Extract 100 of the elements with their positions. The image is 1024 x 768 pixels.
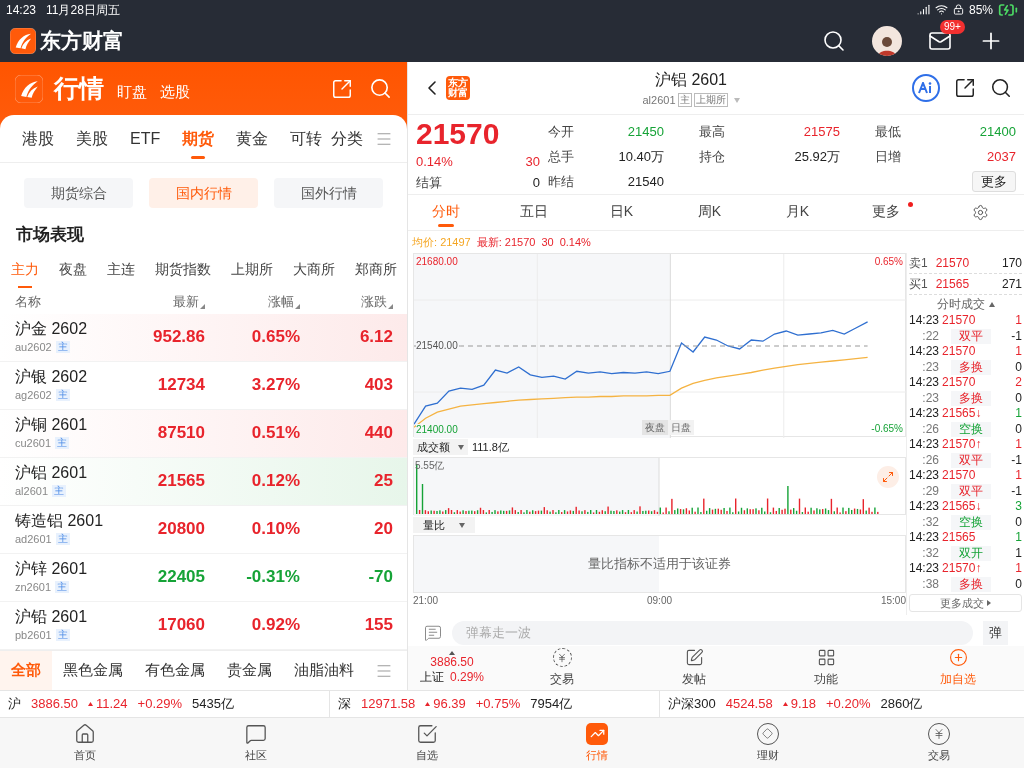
group-tab[interactable]: 贵金属 xyxy=(216,650,283,690)
trades-title[interactable]: 分时成交 xyxy=(936,295,985,313)
nav-tab[interactable]: 理财 xyxy=(682,718,854,768)
change-value: 6.12 xyxy=(358,326,393,349)
chart-icon xyxy=(586,722,609,745)
nav-tab[interactable]: 交易 xyxy=(853,718,1024,768)
market-tab[interactable]: ETF xyxy=(130,118,161,159)
comment-icon[interactable] xyxy=(424,623,442,642)
trade-volume: 1 xyxy=(1015,344,1022,360)
toolbar-button[interactable]: 发帖 xyxy=(628,648,760,688)
stat-value: 10.40万 xyxy=(618,147,664,166)
trade-volume: 1 xyxy=(1015,406,1022,422)
category-button[interactable]: 分类 xyxy=(331,126,363,151)
avatar[interactable] xyxy=(872,25,902,56)
period-tab[interactable]: 日K xyxy=(609,195,647,230)
quote-row[interactable]: 沪铝 2601 al2601 主 21565 0.12% 25 xyxy=(0,457,407,506)
index-value: 3886.50 xyxy=(430,655,474,670)
toolbar-button[interactable]: 交易 xyxy=(496,648,628,688)
column-header[interactable]: 最新 xyxy=(173,291,199,312)
exchange-tag: 上期所 xyxy=(693,93,728,107)
stat-value: 21540 xyxy=(627,172,664,191)
caret-icon xyxy=(459,522,465,528)
stat-value: 0 xyxy=(532,174,540,192)
indicator-selector[interactable]: 量比 xyxy=(413,517,475,533)
trade-volume: 1 xyxy=(1015,530,1022,546)
trade-time: 14:23 xyxy=(909,437,940,453)
quote-row[interactable]: 沪金 2602 au2602 主 952.86 0.65% 6.12 xyxy=(0,313,407,362)
filter-tab[interactable]: 郑商所 xyxy=(355,259,397,290)
status-time: 14:23 xyxy=(6,1,37,19)
last-price: 952.86 xyxy=(152,326,205,349)
average-price: 均价: 21497 xyxy=(412,234,471,250)
more-trades-button[interactable]: 更多成交 xyxy=(909,594,1022,612)
nav-tab[interactable]: 自选 xyxy=(341,718,512,768)
group-tab[interactable]: 黑色金属 xyxy=(52,650,134,690)
home-icon xyxy=(74,722,97,745)
filter-tab[interactable]: 大商所 xyxy=(293,259,335,290)
quote-row[interactable]: 沪铜 2601 cu2601 主 87510 0.51% 440 xyxy=(0,409,407,458)
stat-label: 最低 xyxy=(875,122,901,141)
last-price: 87510 xyxy=(156,422,205,445)
caret-icon xyxy=(449,651,455,655)
change-value: 155 xyxy=(363,614,393,637)
search-icon[interactable] xyxy=(990,77,1012,99)
axis-label: 5.55亿 xyxy=(415,459,445,473)
level-price: 21565 xyxy=(935,276,970,293)
signal-icon xyxy=(916,3,930,16)
market-tab[interactable]: 美股 xyxy=(76,118,108,159)
index-name: 上证 xyxy=(420,670,444,685)
search-icon[interactable] xyxy=(822,28,846,53)
axis-label: 15:00 xyxy=(880,594,906,608)
nav-tab[interactable]: 首页 xyxy=(0,718,171,768)
ai-icon[interactable] xyxy=(912,74,940,102)
brand-name: 东方财富 xyxy=(40,27,124,54)
contract-code: zn2601 xyxy=(15,579,52,595)
market-tab[interactable]: 港股 xyxy=(22,118,54,159)
group-tab[interactable]: 油脂油料 xyxy=(283,650,365,690)
stat-value: 2037 xyxy=(987,147,1016,166)
nav-tab[interactable]: 社区 xyxy=(170,718,342,768)
share-icon[interactable] xyxy=(954,77,976,99)
contract-code: cu2601 xyxy=(15,435,52,451)
group-tab[interactable]: 有色金属 xyxy=(134,650,216,690)
market-tab[interactable]: 黄金 xyxy=(236,118,269,159)
stat-label: 昨结 xyxy=(548,172,574,191)
open-change: -1 xyxy=(1011,483,1022,499)
filter-tab[interactable]: 主连 xyxy=(107,259,135,290)
logo-icon xyxy=(10,27,36,54)
filter-tab[interactable]: 期货指数 xyxy=(155,259,211,290)
filter-tab[interactable]: 上期所 xyxy=(231,259,273,290)
segment-button[interactable]: 期货综合 xyxy=(24,178,133,208)
trade-volume: 1 xyxy=(1015,468,1022,484)
exchange-tag: 主 xyxy=(677,93,692,107)
column-header[interactable]: 涨跌 xyxy=(361,291,387,312)
settings-icon[interactable] xyxy=(971,204,989,221)
more-button[interactable]: 更多 xyxy=(972,171,1016,192)
contract-name: 沪锌 2601 xyxy=(15,558,89,579)
contract-title: 沪铝 2601 xyxy=(654,69,727,90)
last-price: 20800 xyxy=(156,518,205,541)
column-header[interactable]: 涨幅 xyxy=(268,291,294,312)
period-tab[interactable]: 五日 xyxy=(519,195,561,230)
period-tab[interactable]: 月K xyxy=(785,195,823,230)
period-tab[interactable]: 周K xyxy=(697,195,735,230)
filter-tab[interactable]: 夜盘 xyxy=(59,259,87,290)
index-value: 3886.50 xyxy=(31,695,78,714)
segment-button[interactable]: 国外行情 xyxy=(274,178,383,208)
trade-seconds: :26 xyxy=(921,421,939,437)
axis-label: 09:00 xyxy=(647,594,672,608)
contract-code: ad2601 xyxy=(15,531,52,547)
market-tab[interactable]: 可转 xyxy=(290,118,323,159)
trade-price: 21565↓ xyxy=(942,499,982,515)
last-price: 22405 xyxy=(156,566,205,589)
comment-button[interactable]: 弹 xyxy=(983,620,1008,645)
indicator-selector[interactable]: 成交额 xyxy=(413,439,468,455)
turnover: 2860亿 xyxy=(880,695,923,714)
stat-label: 结算 xyxy=(416,174,442,192)
stat-label: 最高 xyxy=(699,122,725,141)
trade-price: 21565 xyxy=(942,530,976,546)
period-tab[interactable]: 更多 xyxy=(871,195,913,230)
expand-button[interactable] xyxy=(877,466,899,488)
toolbar-button[interactable]: 功能 xyxy=(760,648,892,688)
sort-icon xyxy=(200,304,205,310)
edit-icon xyxy=(684,648,704,667)
